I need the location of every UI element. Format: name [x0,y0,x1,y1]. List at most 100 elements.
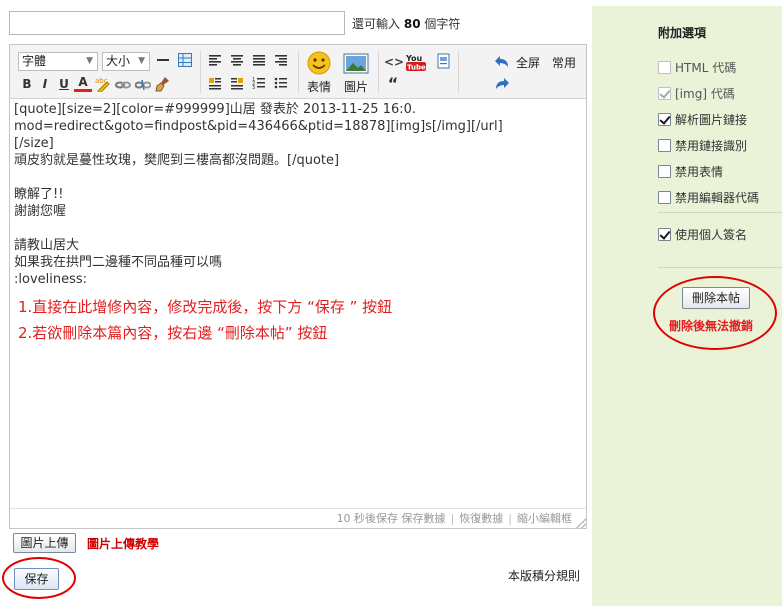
align-justify-button[interactable] [250,52,268,70]
editor-toolbar: 字體 ▼ 大小 ▼ B I U A abc 1 2 3 表情 圖片 <> You… [10,45,586,99]
underline-button[interactable]: U [55,75,73,93]
link-icon [115,81,131,89]
redo-icon [496,78,509,89]
float-right-icon [231,78,243,90]
content-line [14,169,582,186]
unlink-icon [135,79,151,91]
option-label: 禁用表情 [675,165,724,179]
common-mode-button[interactable]: 常用 [552,54,576,71]
option-label: [img] 代碼 [675,87,735,101]
svg-text:You: You [406,54,423,63]
bold-button[interactable]: B [18,75,36,93]
option-label: 禁用鏈接識別 [675,139,748,153]
align-right-icon [275,55,287,66]
undo-button[interactable] [493,53,511,71]
title-hint-prefix: 還可輸入 [352,17,401,31]
content-line [14,220,582,237]
divider [658,267,782,268]
post-editor: 字體 ▼ 大小 ▼ B I U A abc 1 2 3 表情 圖片 <> You… [9,44,587,529]
table-button[interactable] [176,52,194,70]
title-input[interactable] [9,11,345,35]
content-line: 如果我在拱門二邊種不同品種可以嗎 [14,255,223,270]
font-family-select[interactable]: 字體 ▼ [18,52,98,71]
annotation-circle [2,557,76,599]
board-points-rules-link[interactable]: 本版積分規則 [508,567,580,584]
toolbar-separator [378,51,379,93]
restore-data-link[interactable]: 恢復數據 [459,512,503,525]
svg-text:Tube: Tube [407,64,426,72]
float-left-icon [209,78,221,90]
title-hint-suffix: 個字符 [424,17,461,31]
shrink-editor-link[interactable]: 縮小編輯框 [517,512,572,525]
option-img-code[interactable]: [img] 代碼 [658,85,735,101]
highlighter-icon: abc [95,77,110,92]
unlink-button[interactable] [134,75,152,93]
option-disable-link-detection[interactable]: 禁用鏈接識別 [658,137,747,153]
align-justify-icon [253,55,265,66]
horizontal-rule-icon [157,59,169,61]
image-upload-button[interactable]: 圖片上傳 [13,533,76,553]
align-left-button[interactable] [206,52,224,70]
flash-button[interactable] [435,52,453,70]
content-line: 請教山居大 [14,238,80,253]
image-label: 圖片 [344,80,369,94]
quote-button[interactable]: “ [384,75,402,93]
unordered-list-button[interactable] [272,75,290,93]
italic-button[interactable]: I [36,75,54,93]
option-html-code[interactable]: HTML 代碼 [658,59,736,75]
checkbox[interactable] [658,87,671,100]
checkbox[interactable] [658,61,671,74]
highlight-button[interactable]: abc [94,75,112,93]
fullscreen-button[interactable]: 全屏 [516,54,540,71]
emoji-button[interactable] [306,51,332,75]
option-disable-editor-code[interactable]: 禁用編輯器代碼 [658,189,759,205]
insert-link-button[interactable] [114,75,132,93]
image-icon [343,53,369,74]
extra-options-title: 附加選項 [658,26,707,40]
autosave-link[interactable]: 10 秒後保存 保存數據 [337,512,446,525]
redo-button[interactable] [493,75,511,93]
annotation-circle [653,276,777,350]
font-family-select-value: 字體 [22,54,47,68]
instruction-line: 2.若欲刪除本篇內容，按右邊 “刪除本帖” 按鈕 [18,324,328,342]
content-line: 謝謝您喔 [14,204,67,219]
resize-handle[interactable] [576,518,586,528]
undo-icon [495,56,508,67]
broom-icon [155,77,169,92]
align-center-button[interactable] [228,52,246,70]
font-size-select[interactable]: 大小 ▼ [102,52,150,71]
option-use-signature[interactable]: 使用個人簽名 [658,226,747,242]
editor-content[interactable]: [quote][size=2][color=#999999]山居 發表於 201… [14,101,582,346]
clear-format-button[interactable] [154,75,172,93]
checkbox[interactable] [658,165,671,178]
toolbar-separator [200,51,201,93]
title-hint-count: 80 [403,17,421,31]
float-right-button[interactable] [228,75,246,93]
youtube-icon: YouTube [406,54,426,72]
image-button[interactable] [343,53,369,75]
float-left-button[interactable] [206,75,224,93]
image-upload-tutorial-link[interactable]: 圖片上傳教學 [87,535,159,552]
content-line: 頑皮豹就是蔓性玫瑰，樊爬到三樓高都沒問題。[/quote] [14,153,340,168]
content-line: 瞭解了!! [14,187,64,202]
horizontal-rule-button[interactable] [154,52,172,70]
checkbox[interactable] [658,139,671,152]
checkbox[interactable] [658,113,671,126]
align-center-icon [231,55,243,66]
chevron-down-icon: ▼ [138,56,145,66]
code-button[interactable]: <> [384,53,404,71]
youtube-button[interactable]: You Tube [406,51,426,72]
option-parse-image-links[interactable]: 解析圖片鏈接 [658,111,747,127]
content-line: [quote][size=2][color=#999999]山居 發表於 201… [14,102,417,117]
divider [658,212,782,213]
option-label: 使用個人簽名 [675,228,748,242]
checkbox[interactable] [658,191,671,204]
ordered-list-icon: 123 [252,77,265,90]
ordered-list-button[interactable]: 123 [250,75,268,93]
font-color-button[interactable]: A [74,75,92,92]
emoji-label: 表情 [307,80,332,94]
checkbox[interactable] [658,228,671,241]
option-disable-smilies[interactable]: 禁用表情 [658,163,723,179]
toolbar-separator [458,51,459,93]
align-right-button[interactable] [272,52,290,70]
